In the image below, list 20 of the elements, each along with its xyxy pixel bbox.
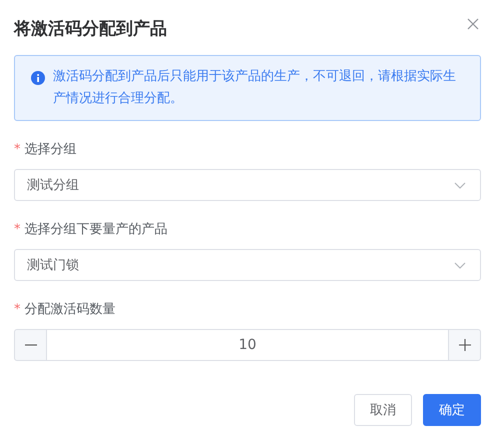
- alert-message: 激活码分配到产品后只能用于该产品的生产，不可退回，请根据实际生产情况进行合理分配。: [53, 68, 457, 108]
- chevron-down-icon: [454, 262, 466, 268]
- close-icon[interactable]: [467, 18, 479, 30]
- chevron-down-icon: [454, 182, 466, 188]
- minus-icon: [24, 344, 36, 346]
- info-icon: [31, 71, 45, 85]
- field-label: 分配激活码数量: [24, 301, 116, 318]
- field-label: 选择分组: [24, 141, 76, 158]
- required-mark: *: [14, 302, 20, 316]
- number-input[interactable]: 10: [47, 329, 448, 361]
- field-label: 选择分组下要量产的产品: [24, 221, 168, 238]
- cancel-button[interactable]: 取消: [354, 394, 412, 426]
- dialog-title: 将激活码分配到产品: [14, 18, 167, 40]
- increment-button[interactable]: [448, 329, 481, 361]
- confirm-button[interactable]: 确定: [423, 394, 481, 426]
- select-field[interactable]: 测试门锁: [14, 249, 481, 281]
- required-mark: *: [14, 222, 20, 236]
- select-field[interactable]: 测试分组: [14, 169, 481, 201]
- required-mark: *: [14, 142, 20, 156]
- plus-icon: [458, 339, 470, 351]
